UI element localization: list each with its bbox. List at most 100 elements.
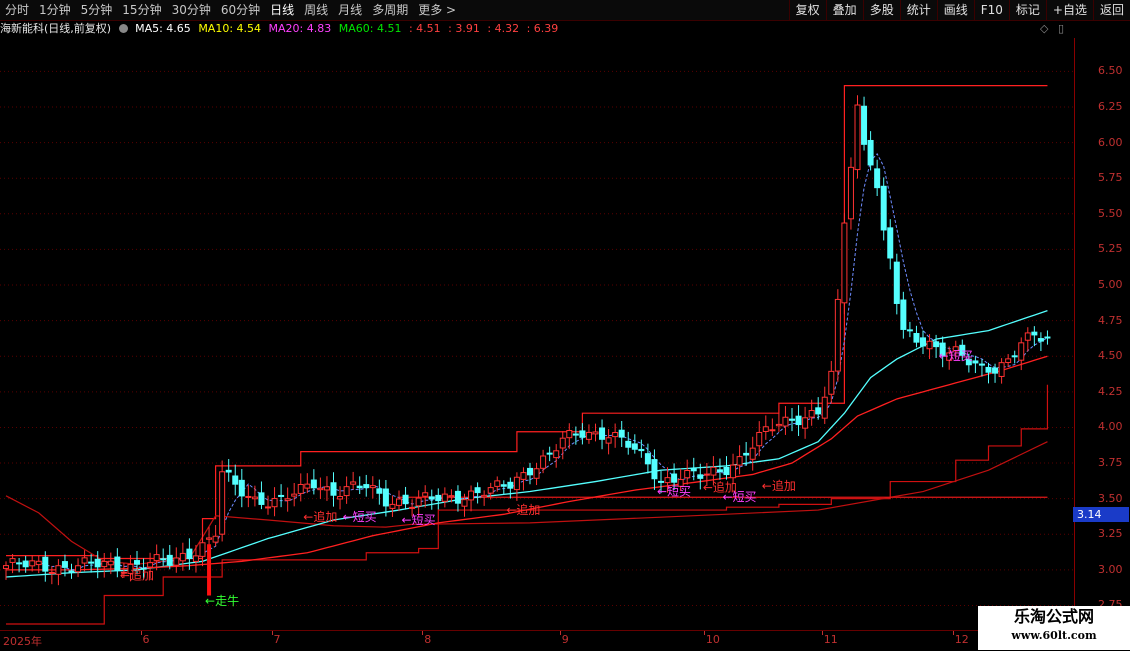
date-tick: 8: [424, 633, 432, 646]
settings-dot-icon[interactable]: [118, 24, 128, 33]
candle-body: [1031, 331, 1038, 336]
candle-body: [579, 430, 586, 438]
candle-body: [782, 416, 789, 427]
candle-body: [1044, 336, 1051, 339]
candle-body: [396, 498, 402, 506]
candle-body: [75, 565, 82, 573]
candle-body: [42, 556, 49, 572]
date-tick-mark: [422, 631, 424, 635]
candle-body: [533, 468, 540, 479]
candle-body: [297, 483, 304, 494]
candle-body: [9, 558, 16, 563]
candle-body: [22, 560, 29, 568]
candle-body: [192, 555, 199, 562]
tab-7[interactable]: 周线: [299, 0, 333, 20]
toolbar-button-5[interactable]: F10: [973, 0, 1009, 20]
price-tick: 5.75: [1098, 171, 1123, 185]
candle-body: [101, 560, 108, 568]
date-tick: 12: [954, 633, 969, 646]
candle-body: [972, 360, 979, 364]
candle-body: [775, 423, 782, 427]
diamond-icon[interactable]: ◇: [1040, 22, 1048, 35]
price-tick: 3.50: [1098, 491, 1123, 505]
price-tick: 4.25: [1098, 384, 1123, 398]
candle-body: [494, 480, 501, 487]
date-tick: 6: [142, 633, 150, 646]
candle-body: [1024, 332, 1031, 341]
price-tick: 5.00: [1098, 278, 1123, 291]
date-tick: 2025年: [3, 635, 42, 648]
tab-3[interactable]: 15分钟: [117, 0, 166, 20]
candle-body: [821, 396, 828, 419]
candle-body: [867, 139, 874, 166]
candle-body: [926, 340, 933, 350]
tab-8[interactable]: 月线: [333, 0, 367, 20]
candle-body: [199, 542, 206, 557]
candle-body: [134, 560, 140, 565]
candle-body: [527, 467, 533, 476]
candle-body: [454, 490, 461, 504]
price-tick: 3.75: [1098, 456, 1123, 470]
candle-body: [592, 431, 599, 435]
tab-6[interactable]: 日线: [265, 0, 299, 20]
kline-chart[interactable]: ←追加←走牛←追加 ←短买 ←短买←追加←短买 ←追加←短买←追加←短买: [0, 38, 1075, 630]
candle-body: [343, 486, 350, 497]
candle-body: [756, 431, 763, 447]
toolbar-button-0[interactable]: 复权: [788, 0, 826, 20]
candle-body: [795, 415, 802, 426]
candle-body: [808, 410, 815, 418]
candle-body: [612, 432, 619, 438]
candle-body: [81, 557, 88, 564]
candle-body: [310, 479, 317, 489]
tab-2[interactable]: 5分钟: [76, 0, 118, 20]
candle-body: [448, 495, 455, 498]
price-tick: 3.00: [1098, 562, 1123, 576]
candle-body: [828, 370, 835, 395]
watermark-title: 乐淘公式网: [1013, 607, 1094, 626]
price-tick: 5.25: [1098, 242, 1123, 256]
candle-body: [206, 537, 213, 540]
candle-body: [985, 366, 992, 373]
candle-body: [376, 488, 383, 494]
toolbar-button-7[interactable]: +自选: [1045, 0, 1093, 20]
tab-9[interactable]: 多周期: [367, 0, 413, 20]
toolbar-button-6[interactable]: 标记: [1008, 0, 1046, 20]
toolbar-button-2[interactable]: 多股: [862, 0, 900, 20]
candle-body: [572, 433, 579, 436]
toolbar-button-1[interactable]: 叠加: [825, 0, 863, 20]
indicator-info-bar: 海新能科(日线,前复权) MA5: 4.65 MA10: 4.54 MA20: …: [0, 20, 1075, 38]
tab-1[interactable]: 1分钟: [34, 0, 76, 20]
extra-value-3: : 4.32: [487, 22, 520, 35]
candle-body: [730, 464, 737, 479]
pause-icon[interactable]: ▯: [1058, 22, 1064, 35]
price-tick: 3.25: [1098, 527, 1123, 541]
toolbar-button-4[interactable]: 画线: [936, 0, 974, 20]
candle-body: [664, 477, 671, 484]
candle-body: [356, 485, 363, 489]
candle-body: [920, 337, 926, 347]
candle-body: [232, 475, 239, 485]
candle-body: [323, 486, 330, 491]
tab-5[interactable]: 60分钟: [216, 0, 265, 20]
candle-body: [487, 487, 494, 494]
tab-10[interactable]: 更多 >: [413, 0, 461, 20]
candle-body: [461, 499, 468, 507]
toolbar-button-8[interactable]: 返回: [1092, 0, 1130, 20]
tab-4[interactable]: 30分钟: [167, 0, 216, 20]
ma5-value: MA5: 4.65: [135, 22, 191, 35]
candle-body: [854, 104, 861, 171]
price-tick: 4.75: [1098, 313, 1123, 327]
candle-body: [631, 443, 638, 450]
candle-body: [474, 487, 481, 494]
tab-0[interactable]: 分时: [0, 0, 34, 20]
candle-body: [834, 298, 841, 372]
candle-body: [651, 459, 658, 480]
candle-body: [402, 494, 409, 505]
candle-body: [789, 418, 795, 421]
candle-body: [638, 448, 645, 452]
candle-body: [173, 557, 180, 566]
toolbar-button-3[interactable]: 统计: [899, 0, 937, 20]
watermark: 乐淘公式网 www.60lt.com: [978, 606, 1130, 650]
date-tick-mark: [271, 631, 273, 635]
candle-body: [186, 548, 193, 560]
